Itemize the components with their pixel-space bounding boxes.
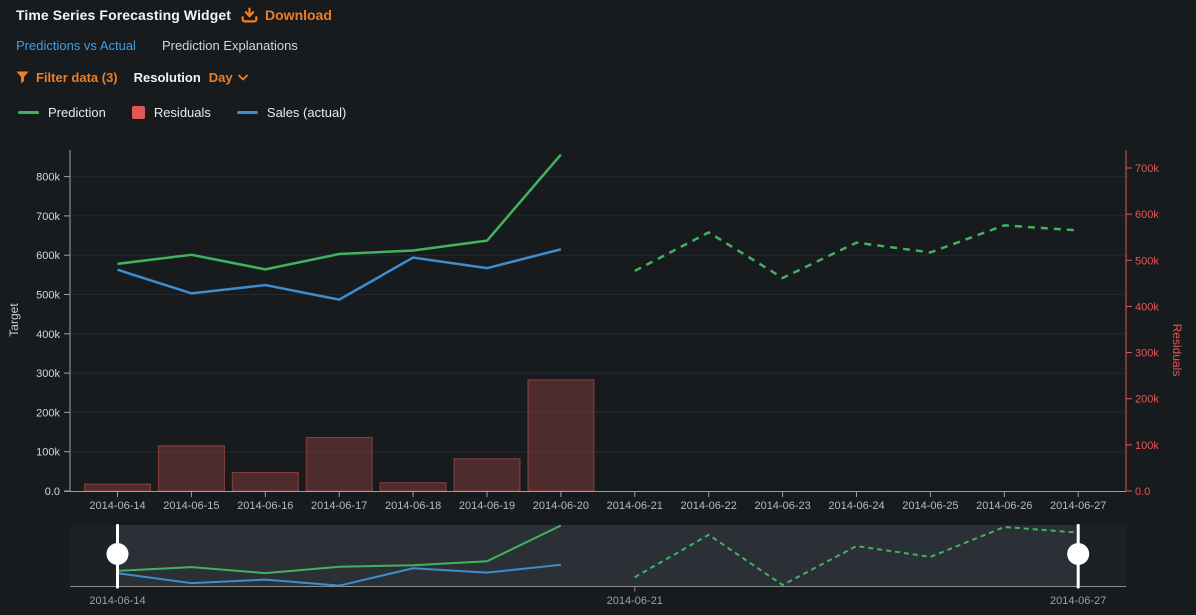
x-axis-tick-label: 2014-06-19 [459,500,515,512]
range-slider: 2014-06-14 2014-06-21 2014-06-27 [70,524,1126,607]
legend-item-prediction[interactable]: Prediction [18,105,106,120]
forecast-chart: 0.0 100k 200k 300k 400k 500k 600k 700k 800k 0.0 10… [0,135,1196,615]
resolution-label: Resolution [134,70,201,85]
left-axis-title: Target [7,303,21,337]
slider-date-label: 2014-06-14 [89,595,145,607]
left-axis-tick-label: 200k [36,407,60,419]
right-axis-tick-label: 100k [1135,440,1159,452]
residual-bar[interactable] [454,459,520,491]
x-axis-tick-label: 2014-06-15 [163,500,219,512]
residual-bar[interactable] [380,483,446,491]
x-axis-tick-label: 2014-06-21 [607,500,663,512]
residual-bar[interactable] [85,484,151,491]
x-axis-tick-label: 2014-06-26 [976,500,1032,512]
right-axis-tick-label: 200k [1135,394,1159,406]
right-axis-tick-label: 300k [1135,348,1159,360]
tab-predictions-vs-actual[interactable]: Predictions vs Actual [16,38,136,53]
right-axis-tick-label: 700k [1135,163,1159,175]
right-axis-tick-label: 400k [1135,301,1159,313]
x-axis-tick-label: 2014-06-17 [311,500,367,512]
download-button[interactable]: Download [241,7,332,23]
residual-bar[interactable] [232,473,298,491]
legend-label: Residuals [154,105,211,120]
filter-bar: Filter data (3) Resolution Day [16,70,248,85]
left-axis-tick-label: 800k [36,172,60,184]
right-axis-tick-label: 600k [1135,209,1159,221]
residual-bars [85,380,594,491]
x-axis-tick-label: 2014-06-23 [754,500,810,512]
legend-label: Prediction [48,105,106,120]
tab-prediction-explanations[interactable]: Prediction Explanations [162,38,298,53]
x-axis-tick-label: 2014-06-22 [681,500,737,512]
right-axis-tick-label: 0.0 [1135,486,1150,498]
filter-data-label: Filter data (3) [36,70,118,85]
filter-funnel-icon [16,71,29,84]
legend-label: Sales (actual) [267,105,346,120]
prediction-line-forecast-dashed[interactable] [635,225,1078,278]
x-axis-tick-label: 2014-06-20 [533,500,589,512]
resolution-dropdown[interactable]: Day [209,70,248,85]
filter-data-button[interactable]: Filter data (3) [16,70,118,85]
x-axis-tick-label: 2014-06-27 [1050,500,1106,512]
left-axis-tick-label: 0.0 [45,486,60,498]
legend-item-sales-actual[interactable]: Sales (actual) [237,105,346,120]
residual-bar[interactable] [306,437,372,491]
prediction-line-solid[interactable] [118,155,561,270]
x-axis-tick-label: 2014-06-14 [89,500,145,512]
legend-item-residuals[interactable]: Residuals [132,105,211,120]
prediction-line-swatch [18,111,39,114]
left-axis-tick-label: 600k [36,250,60,262]
download-label: Download [265,7,332,23]
sales-line-swatch [237,111,258,114]
left-axis-tick-label: 500k [36,290,60,302]
x-axis-tick-label: 2014-06-16 [237,500,293,512]
chart-legend: Prediction Residuals Sales (actual) [18,105,346,120]
gridlines [70,177,1126,452]
left-axis-tick-label: 400k [36,329,60,341]
left-axis-tick-label: 300k [36,368,60,380]
chevron-down-icon [238,74,248,81]
residual-bar[interactable] [528,380,594,491]
resolution-value: Day [209,70,233,85]
left-axis-tick-label: 100k [36,447,60,459]
download-icon [241,7,258,23]
residual-bar[interactable] [158,446,224,491]
slider-date-label: 2014-06-21 [607,595,663,607]
x-axis-tick-label: 2014-06-24 [828,500,884,512]
right-axis-title: Residuals [1170,324,1184,377]
x-axis-tick-label: 2014-06-25 [902,500,958,512]
residuals-square-swatch [132,106,145,119]
right-axis-tick-label: 500k [1135,255,1159,267]
left-axis-tick-label: 700k [36,211,60,223]
widget-header: Time Series Forecasting Widget Download [16,7,332,23]
x-axis-tick-label: 2014-06-18 [385,500,441,512]
page-title: Time Series Forecasting Widget [16,7,231,23]
slider-date-label: 2014-06-27 [1050,595,1106,607]
tab-bar: Predictions vs Actual Prediction Explana… [16,38,298,53]
